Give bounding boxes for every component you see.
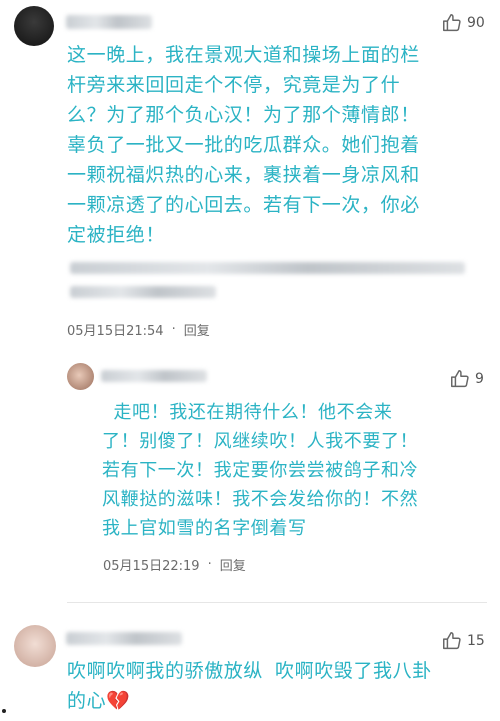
avatar[interactable] <box>67 363 94 390</box>
reply-button[interactable]: 回复 <box>220 555 246 574</box>
thumbs-up-icon <box>443 14 461 32</box>
blurred-content <box>70 262 465 274</box>
comment-text: 这一晚上，我在景观大道和操场上面的栏 杆旁来来回回走个不停，究竟是为了什 么？为… <box>67 44 420 246</box>
avatar[interactable] <box>14 6 54 46</box>
username-blurred[interactable] <box>101 370 207 382</box>
reply-button[interactable]: 回复 <box>184 320 210 339</box>
comment-meta: 05月15日22:19 · 回复 <box>103 555 246 574</box>
comment-text: 走吧！我还在期待什么！他不会来 了！别傻了！风继续吹！人我不要了！ 若有下一次！… <box>102 402 419 539</box>
like-button[interactable]: 9 <box>449 368 484 390</box>
blurred-content <box>70 286 216 298</box>
thumbs-up-icon <box>451 370 469 388</box>
like-button[interactable]: 90 <box>441 12 485 34</box>
comment-date: 05月15日22:19 <box>103 559 200 574</box>
like-count: 9 <box>475 371 484 387</box>
like-button[interactable]: 15 <box>441 630 485 652</box>
divider <box>67 602 487 603</box>
like-count: 15 <box>467 633 485 649</box>
comment-text: 吹啊吹啊我的骄傲放纵 吹啊吹毁了我八卦 的心💔 <box>67 660 432 712</box>
like-count: 90 <box>467 15 485 31</box>
username-blurred[interactable] <box>66 15 152 29</box>
decorative-dot <box>2 709 6 713</box>
username-blurred[interactable] <box>66 632 182 645</box>
thumbs-up-icon <box>443 632 461 650</box>
avatar[interactable] <box>14 625 56 667</box>
comment-meta: 05月15日21:54 · 回复 <box>67 320 210 339</box>
comment-date: 05月15日21:54 <box>67 324 164 339</box>
